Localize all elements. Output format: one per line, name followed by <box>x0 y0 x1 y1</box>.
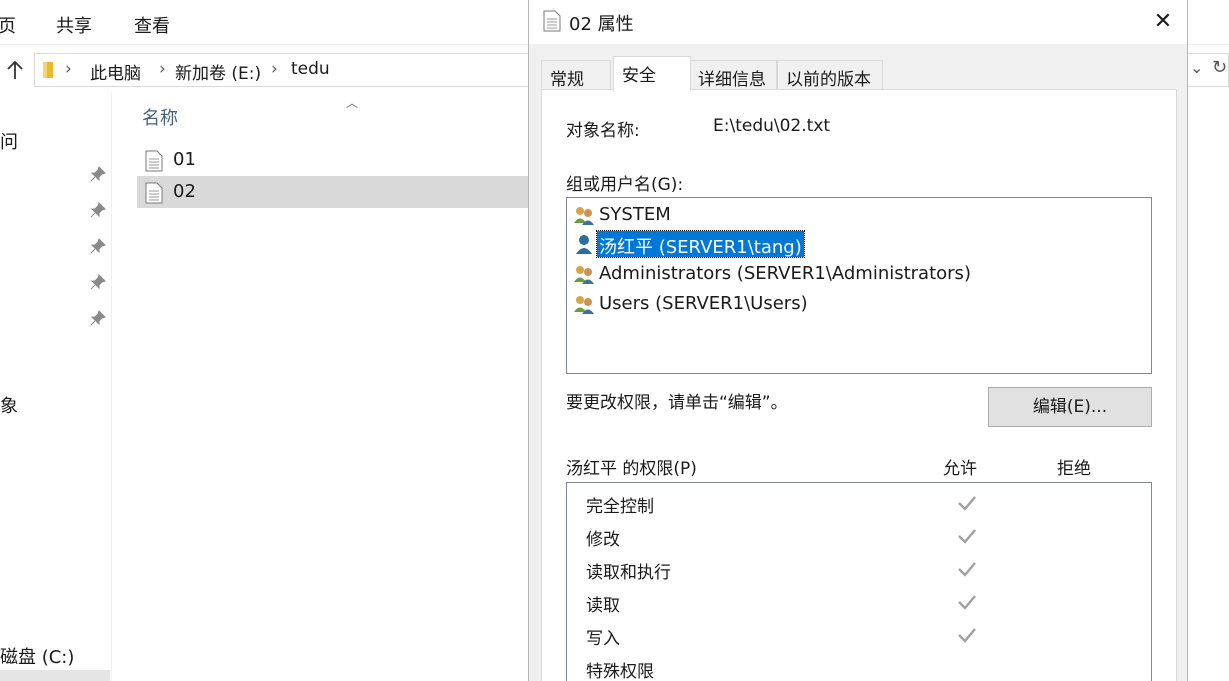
breadcrumb-volume[interactable]: 新加卷 (E:) <box>175 59 261 84</box>
check-icon <box>958 529 976 544</box>
chevron-right-icon[interactable]: › <box>65 59 72 79</box>
users-listbox[interactable]: SYSTEM 汤红平 (SERVER1\tang) Administrators… <box>566 197 1152 374</box>
text-file-icon <box>145 150 163 172</box>
dialog-title-bar[interactable]: 02 属性 ✕ <box>529 0 1187 44</box>
user-name: Users (SERVER1\Users) <box>599 293 808 314</box>
nav-selection-highlight <box>0 670 110 681</box>
screen: 页 共享 查看 › 此电脑 › 新加卷 (E:) › tedu ⌄ ↻ 问 象 … <box>0 0 1229 681</box>
user-icon <box>576 235 592 254</box>
sort-ascending-icon: ︿ <box>346 96 359 110</box>
permission-name: 读取和执行 <box>586 563 671 583</box>
file-name: 01 <box>173 149 196 170</box>
edit-button[interactable]: 编辑(E)... <box>988 387 1152 427</box>
breadcrumb-this-pc[interactable]: 此电脑 <box>90 59 141 84</box>
group-icon <box>574 207 594 225</box>
check-icon <box>958 496 976 511</box>
user-list-item[interactable]: 汤红平 (SERVER1\tang) <box>571 230 1149 258</box>
check-icon <box>958 562 976 577</box>
pin-icon[interactable] <box>90 166 106 182</box>
user-name: Administrators (SERVER1\Administrators) <box>599 263 971 284</box>
text-file-icon <box>145 182 163 204</box>
file-list: ︿ 名称 01 02 <box>112 92 532 681</box>
permissions-label: 汤红平 的权限(P) <box>566 459 697 479</box>
permission-row: 写入 <box>567 619 1151 652</box>
object-name-label: 对象名称: <box>566 121 640 141</box>
deny-column-header: 拒绝 <box>1057 459 1091 479</box>
file-name: 02 <box>173 181 196 202</box>
user-list-item[interactable]: Users (SERVER1\Users) <box>571 290 1149 318</box>
group-icon <box>574 266 594 284</box>
user-name: SYSTEM <box>599 204 671 225</box>
user-list-item[interactable]: SYSTEM <box>571 201 1149 229</box>
folder-icon <box>43 62 53 78</box>
up-arrow-icon[interactable] <box>4 59 26 81</box>
tab-security[interactable]: 安全 <box>613 56 691 91</box>
check-icon <box>958 628 976 643</box>
column-header-name[interactable]: 名称 <box>142 104 178 130</box>
permission-row: 完全控制 <box>567 487 1151 520</box>
address-bar[interactable]: › 此电脑 › 新加卷 (E:) › tedu <box>34 53 534 87</box>
chevron-right-icon[interactable]: › <box>271 59 278 79</box>
navigation-pane: 问 象 磁盘 (C:) <box>0 92 112 681</box>
permission-row: 特殊权限 <box>567 652 1151 681</box>
permission-name: 完全控制 <box>586 497 654 517</box>
pin-icon[interactable] <box>90 274 106 290</box>
file-row[interactable]: 01 <box>137 144 532 176</box>
groups-label: 组或用户名(G): <box>566 175 684 195</box>
security-panel: 对象名称: E:\tedu\02.txt 组或用户名(G): SYSTEM 汤红… <box>541 89 1177 681</box>
text-file-icon <box>543 10 561 32</box>
dialog-tabs: 常规 安全 详细信息 以前的版本 <box>541 56 1181 91</box>
ribbon-tab-home[interactable]: 页 <box>0 12 16 38</box>
permission-name: 写入 <box>586 629 620 649</box>
pin-icon[interactable] <box>90 310 106 326</box>
permission-name: 修改 <box>586 530 620 550</box>
permission-row: 读取 <box>567 586 1151 619</box>
close-button[interactable]: ✕ <box>1147 8 1179 36</box>
tab-details[interactable]: 详细信息 <box>689 60 777 90</box>
dialog-title: 02 属性 <box>569 14 634 35</box>
nav-item-3d-objects[interactable]: 象 <box>0 392 18 418</box>
pin-icon[interactable] <box>90 238 106 254</box>
tab-previous-versions[interactable]: 以前的版本 <box>777 60 883 90</box>
permission-name: 特殊权限 <box>586 662 654 681</box>
pin-icon[interactable] <box>90 202 106 218</box>
refresh-icon[interactable]: ↻ <box>1212 57 1227 78</box>
edit-hint: 要更改权限，请单击“编辑”。 <box>566 393 788 413</box>
tab-general[interactable]: 常规 <box>541 60 611 90</box>
address-controls: ⌄ ↻ <box>1185 53 1229 87</box>
breadcrumb-tedu[interactable]: tedu <box>291 59 330 79</box>
nav-item-local-disk-c[interactable]: 磁盘 (C:) <box>0 643 74 669</box>
permission-row: 修改 <box>567 520 1151 553</box>
chevron-down-icon[interactable]: ⌄ <box>1190 58 1203 77</box>
properties-dialog: 02 属性 ✕ 常规 安全 详细信息 以前的版本 对象名称: E:\tedu\0… <box>528 0 1188 681</box>
ribbon-tab-share[interactable]: 共享 <box>56 12 92 38</box>
permissions-list: 完全控制 修改 读取和执行 读取 写入 特殊权限 <box>566 482 1152 681</box>
group-icon <box>574 296 594 314</box>
check-icon <box>958 595 976 610</box>
allow-column-header: 允许 <box>943 459 977 479</box>
ribbon-tab-view[interactable]: 查看 <box>134 12 170 38</box>
file-row[interactable]: 02 <box>137 176 532 208</box>
permission-row: 读取和执行 <box>567 553 1151 586</box>
chevron-right-icon[interactable]: › <box>159 59 166 79</box>
nav-item-quick-access[interactable]: 问 <box>0 128 18 154</box>
object-name-value: E:\tedu\02.txt <box>713 116 831 136</box>
user-list-item[interactable]: Administrators (SERVER1\Administrators) <box>571 260 1149 288</box>
permission-name: 读取 <box>586 596 620 616</box>
user-name: 汤红平 (SERVER1\tang) <box>596 230 805 258</box>
